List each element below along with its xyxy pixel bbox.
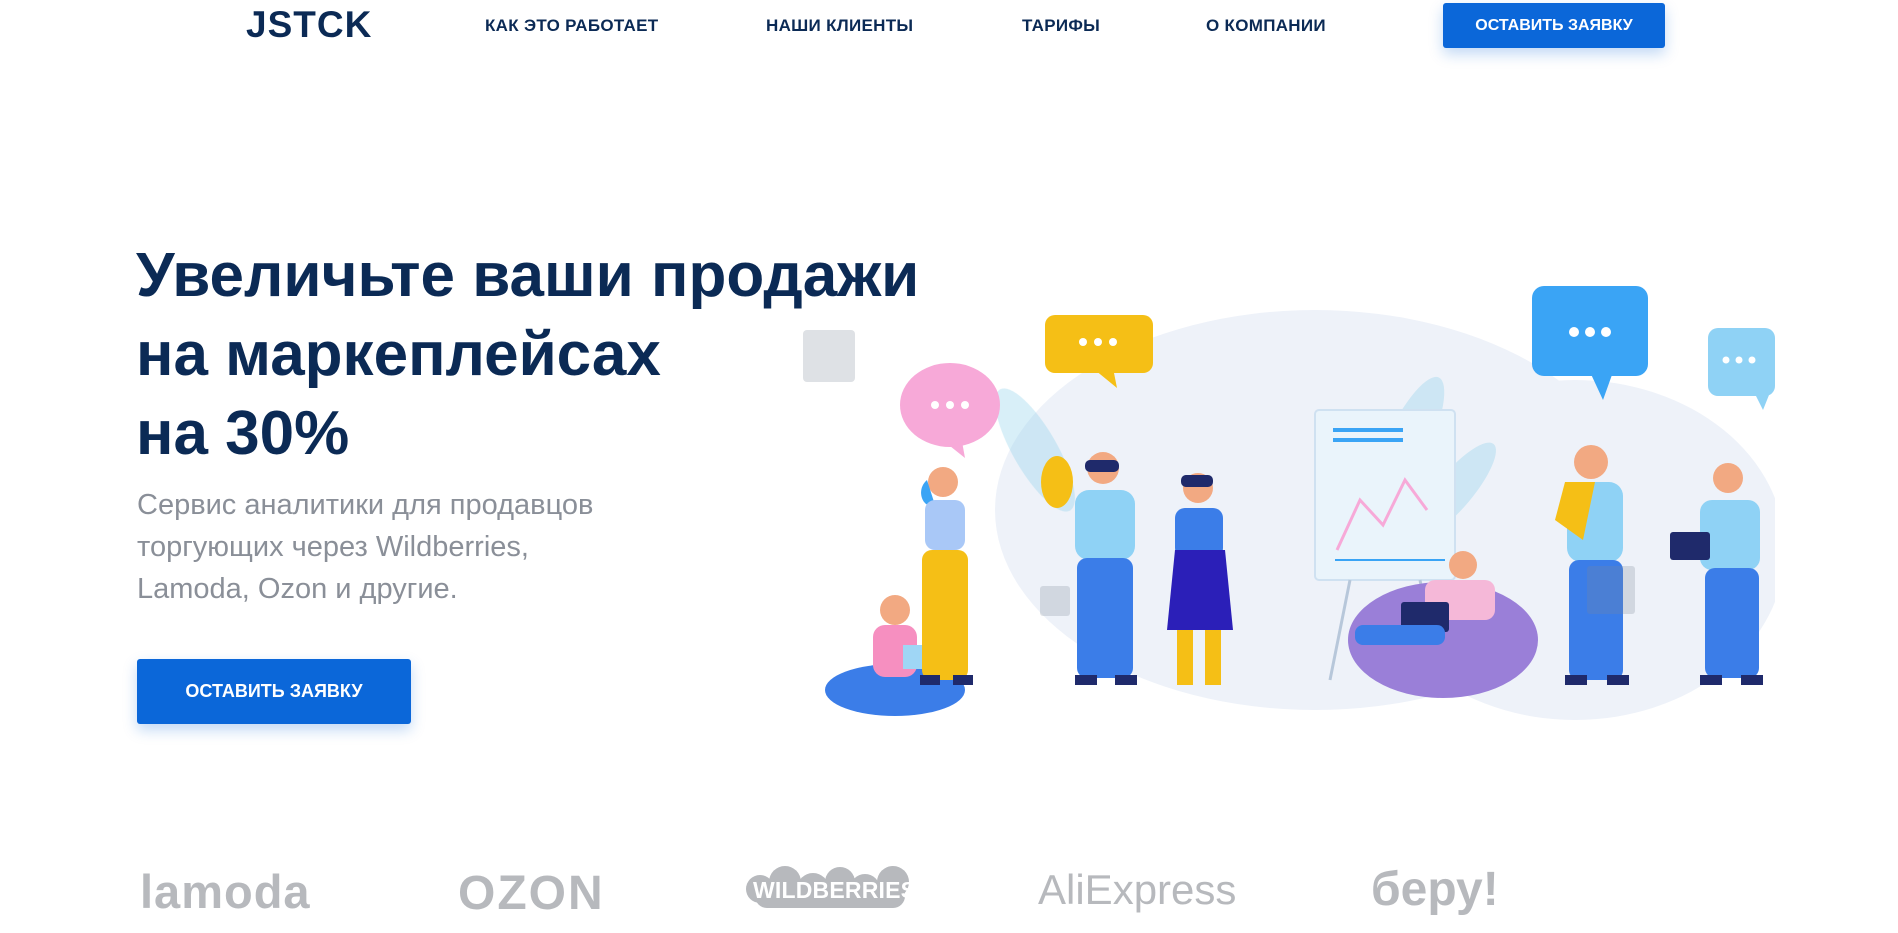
nav-pricing[interactable]: ТАРИФЫ — [1022, 16, 1100, 36]
team-analytics-illustration — [803, 286, 1775, 720]
nav-about-company[interactable]: О КОМПАНИИ — [1206, 16, 1326, 36]
brand-logo[interactable]: JSTCK — [246, 4, 372, 46]
header-request-button[interactable]: ОСТАВИТЬ ЗАЯВКУ — [1443, 3, 1665, 48]
hero-request-button[interactable]: ОСТАВИТЬ ЗАЯВКУ — [137, 659, 411, 724]
subtitle-line-2: торгующих через Wildberries, — [137, 531, 529, 563]
wildberries-logo-text: WILDBERRIES — [753, 877, 917, 903]
light-blue-speech-bubble-icon — [1708, 328, 1775, 410]
aliexpress-logo: AliExpress — [1038, 866, 1237, 913]
pink-speech-bubble-icon — [900, 363, 1000, 458]
ozon-logo: OZON — [458, 867, 605, 920]
subtitle-line-1: Сервис аналитики для продавцов — [137, 489, 594, 521]
subtitle-line-3: Lamoda, Ozon и другие. — [137, 573, 458, 605]
wildberries-logo: WILDBERRIES — [745, 862, 917, 916]
woman-yellow-pants-icon — [920, 467, 973, 685]
nav-how-it-works[interactable]: КАК ЭТО РАБОТАЕТ — [485, 16, 658, 36]
logo-text: JSTCK — [246, 4, 373, 45]
hero-subtitle: Сервис аналитики для продавцов торгующих… — [137, 484, 697, 610]
nav-our-clients[interactable]: НАШИ КЛИЕНТЫ — [766, 16, 913, 36]
lamoda-logo: lamoda — [140, 865, 311, 918]
top-navigation: JSTCK КАК ЭТО РАБОТАЕТ НАШИ КЛИЕНТЫ ТАРИ… — [0, 0, 1898, 60]
beru-logo: беру! — [1371, 863, 1499, 916]
